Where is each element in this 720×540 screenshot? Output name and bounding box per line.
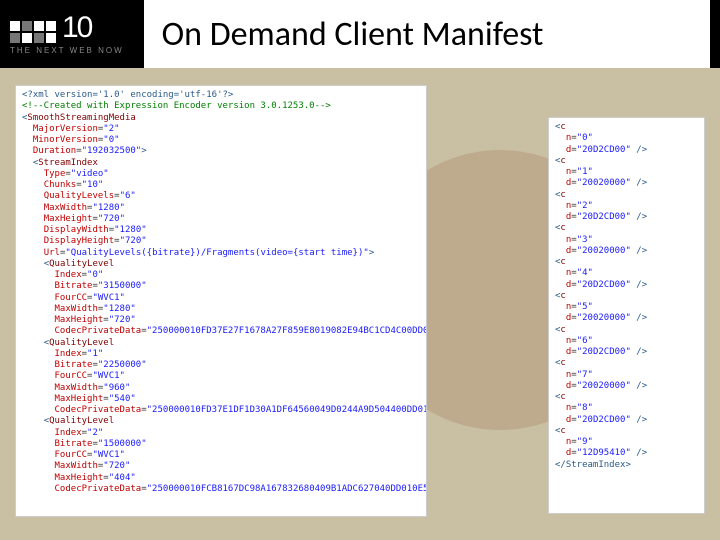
header: 10 THE NEXT WEB NOW On Demand Client Man… <box>0 0 720 68</box>
mix-logo: 10 THE NEXT WEB NOW <box>10 13 124 55</box>
xml-manifest-right: <c n="0" d="20D2CD00" /> <c n="1" d="200… <box>549 118 704 513</box>
logo-tagline: THE NEXT WEB NOW <box>10 46 124 55</box>
page-title: On Demand Client Manifest <box>162 14 544 55</box>
logo-number: 10 <box>62 13 91 43</box>
logo-pattern-icon <box>10 21 56 43</box>
content-area: <?xml version='1.0' encoding='utf-16'?> … <box>16 86 704 516</box>
title-bar: On Demand Client Manifest <box>144 0 710 68</box>
xml-manifest-left: <?xml version='1.0' encoding='utf-16'?> … <box>16 86 426 516</box>
